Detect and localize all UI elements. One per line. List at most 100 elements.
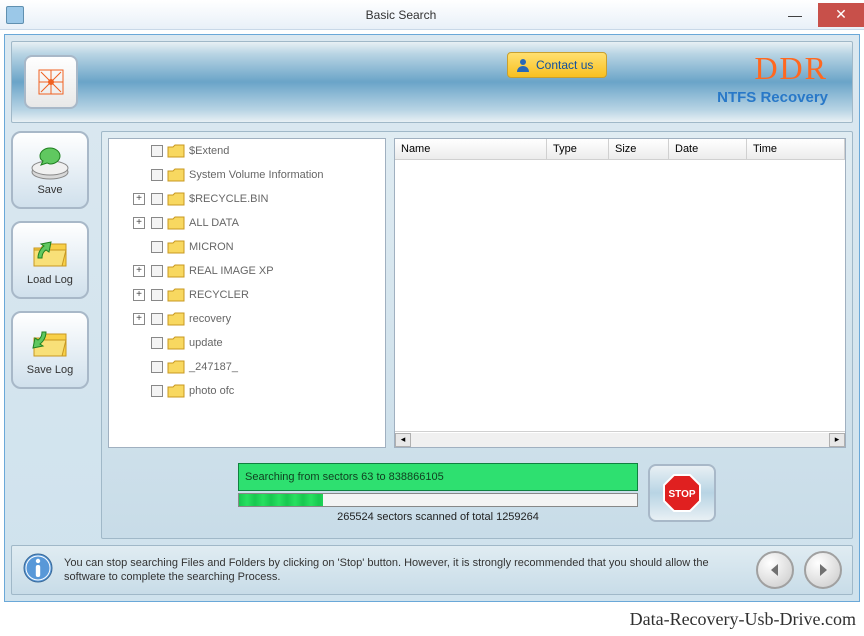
watermark: Data-Recovery-Usb-Drive.com — [630, 609, 856, 630]
tree-item-label: RECYCLER — [189, 289, 249, 301]
col-size[interactable]: Size — [609, 139, 669, 159]
save-icon — [28, 144, 72, 182]
progress-area: Searching from sectors 63 to 838866105 2… — [108, 454, 846, 532]
expander-spacer — [133, 337, 145, 349]
expander-icon[interactable]: + — [133, 217, 145, 229]
window-title: Basic Search — [30, 8, 772, 22]
expander-icon[interactable]: + — [133, 289, 145, 301]
tree-item[interactable]: + ALL DATA — [109, 211, 385, 235]
tree-item-label: $Extend — [189, 145, 229, 157]
minimize-button[interactable]: — — [772, 3, 818, 27]
save-label: Save — [37, 184, 62, 196]
close-button[interactable]: ✕ — [818, 3, 864, 27]
side-buttons: Save Load Log Save Log — [11, 131, 93, 539]
tree-item-label: System Volume Information — [189, 169, 324, 181]
app-icon — [6, 6, 24, 24]
file-list-header: Name Type Size Date Time — [395, 139, 845, 160]
stop-button[interactable]: STOP — [648, 464, 716, 522]
tree-item-label: REAL IMAGE XP — [189, 265, 274, 277]
progress-label: Searching from sectors 63 to 838866105 — [238, 463, 638, 491]
file-list: Name Type Size Date Time ◂ ▸ — [394, 138, 846, 448]
info-text: You can stop searching Files and Folders… — [64, 556, 746, 585]
tree-item-label: recovery — [189, 313, 231, 325]
panels: $Extend System Volume Information + $RECYCL… — [101, 131, 853, 539]
tree-item-label: ALL DATA — [189, 217, 239, 229]
tree-item-label: update — [189, 337, 223, 349]
col-name[interactable]: Name — [395, 139, 547, 159]
progress-status: 265524 sectors scanned of total 1259264 — [337, 511, 539, 523]
tree-item[interactable]: + $RECYCLE.BIN — [109, 187, 385, 211]
titlebar: Basic Search — ✕ — [0, 0, 864, 30]
tree-checkbox[interactable] — [151, 169, 163, 181]
tree-checkbox[interactable] — [151, 337, 163, 349]
info-icon — [22, 552, 54, 589]
person-icon — [514, 56, 532, 74]
tree-checkbox[interactable] — [151, 193, 163, 205]
app-header: Contact us DDR NTFS Recovery — [11, 41, 853, 123]
horiz-scrollbar[interactable]: ◂ ▸ — [395, 431, 845, 447]
tree-item[interactable]: photo ofc — [109, 379, 385, 403]
brand-subtitle: NTFS Recovery — [717, 89, 828, 106]
scroll-track[interactable] — [411, 433, 829, 447]
contact-us-label: Contact us — [536, 58, 593, 72]
tree-checkbox[interactable] — [151, 313, 163, 325]
scroll-right-icon[interactable]: ▸ — [829, 433, 845, 447]
contact-us-button[interactable]: Contact us — [507, 52, 607, 78]
expander-icon[interactable]: + — [133, 193, 145, 205]
expander-spacer — [133, 169, 145, 181]
tree-item[interactable]: System Volume Information — [109, 163, 385, 187]
svg-text:STOP: STOP — [668, 489, 695, 500]
tree-item[interactable]: + recovery — [109, 307, 385, 331]
prev-button[interactable] — [756, 551, 794, 589]
load-log-button[interactable]: Load Log — [11, 221, 89, 299]
save-log-icon — [28, 324, 72, 362]
expander-spacer — [133, 145, 145, 157]
tree-checkbox[interactable] — [151, 265, 163, 277]
panels-top: $Extend System Volume Information + $RECYCL… — [108, 138, 846, 448]
progress-bar — [238, 493, 638, 507]
tree-item[interactable]: update — [109, 331, 385, 355]
main-area: Save Load Log Save Log $Extend System Vol… — [11, 131, 853, 539]
tree-checkbox[interactable] — [151, 361, 163, 373]
tree-item[interactable]: + REAL IMAGE XP — [109, 259, 385, 283]
info-bar: You can stop searching Files and Folders… — [11, 545, 853, 595]
chevron-left-icon — [766, 561, 784, 579]
chevron-right-icon — [814, 561, 832, 579]
expander-spacer — [133, 241, 145, 253]
tree-item[interactable]: + RECYCLER — [109, 283, 385, 307]
folder-tree[interactable]: $Extend System Volume Information + $RECYCL… — [108, 138, 386, 448]
col-date[interactable]: Date — [669, 139, 747, 159]
tree-item-label: $RECYCLE.BIN — [189, 193, 268, 205]
brand: DDR NTFS Recovery — [717, 50, 828, 106]
tree-checkbox[interactable] — [151, 289, 163, 301]
logo-box[interactable] — [24, 55, 78, 109]
next-button[interactable] — [804, 551, 842, 589]
tree-item-label: photo ofc — [189, 385, 234, 397]
expander-icon[interactable]: + — [133, 313, 145, 325]
file-list-body — [395, 160, 845, 431]
tree-checkbox[interactable] — [151, 145, 163, 157]
save-button[interactable]: Save — [11, 131, 89, 209]
col-time[interactable]: Time — [747, 139, 845, 159]
tree-checkbox[interactable] — [151, 217, 163, 229]
app-container: Contact us DDR NTFS Recovery Save Load L… — [4, 34, 860, 602]
brand-name: DDR — [717, 50, 828, 87]
tree-item[interactable]: MICRON — [109, 235, 385, 259]
stop-icon: STOP — [660, 471, 704, 515]
expander-icon[interactable]: + — [133, 265, 145, 277]
col-type[interactable]: Type — [547, 139, 609, 159]
load-log-icon — [28, 234, 72, 272]
save-log-label: Save Log — [27, 364, 73, 376]
tree-item-label: _247187_ — [189, 361, 238, 373]
load-log-label: Load Log — [27, 274, 73, 286]
tree-checkbox[interactable] — [151, 241, 163, 253]
scroll-left-icon[interactable]: ◂ — [395, 433, 411, 447]
save-log-button[interactable]: Save Log — [11, 311, 89, 389]
progress-bar-fill — [239, 494, 323, 506]
tree-item[interactable]: $Extend — [109, 139, 385, 163]
tree-checkbox[interactable] — [151, 385, 163, 397]
expander-spacer — [133, 361, 145, 373]
logo-icon — [35, 66, 67, 98]
tree-item[interactable]: _247187_ — [109, 355, 385, 379]
expander-spacer — [133, 385, 145, 397]
